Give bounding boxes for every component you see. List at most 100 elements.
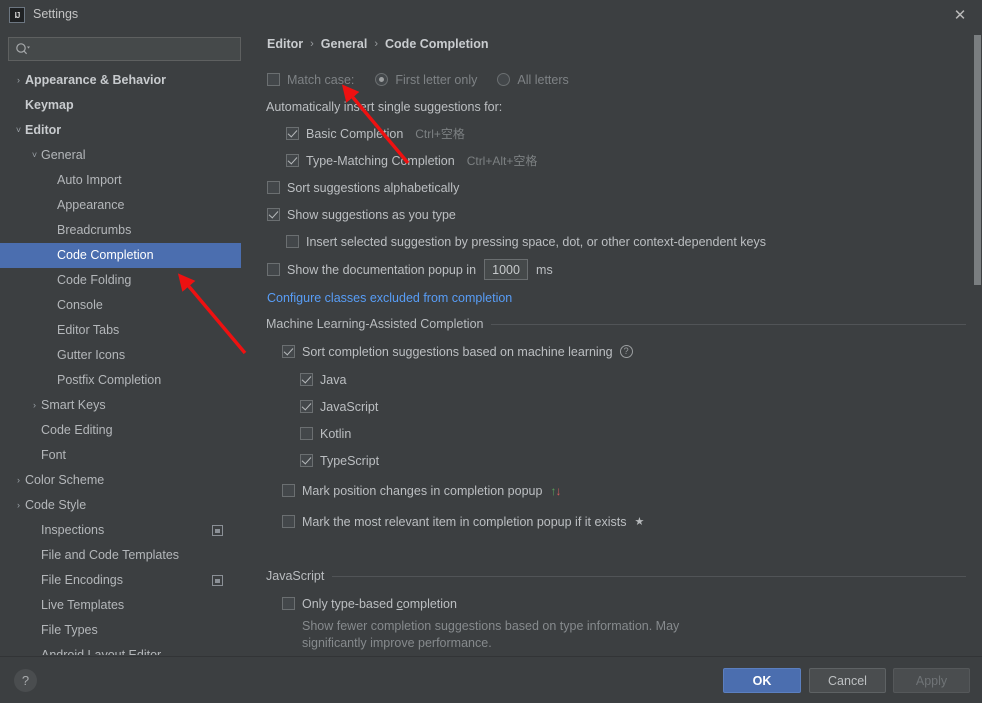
insert-selected-suggestion-label: Insert selected suggestion by pressing s… — [306, 234, 766, 249]
chevron-right-icon[interactable]: › — [12, 493, 25, 518]
excluded-classes-row: Configure classes excluded from completi… — [252, 284, 982, 311]
sidebar-item-label: File and Code Templates — [41, 548, 180, 562]
documentation-popup-delay-input[interactable]: 1000 — [484, 259, 529, 280]
sidebar-item-label: File Types — [41, 623, 98, 637]
sort-alphabetically-label: Sort suggestions alphabetically — [287, 180, 460, 195]
sidebar-item-editor[interactable]: ˅ Editor — [0, 118, 241, 143]
content-scrollbar-track[interactable] — [973, 30, 982, 655]
sidebar-item-label: File Encodings — [41, 573, 123, 587]
sidebar-item-code-editing[interactable]: Code Editing — [0, 418, 241, 443]
ml-language-java-checkbox[interactable] — [300, 373, 313, 386]
match-case-checkbox[interactable] — [267, 73, 280, 86]
sidebar-item-label: Code Editing — [41, 423, 113, 437]
sidebar-item-file-and-code-templates[interactable]: File and Code Templates — [0, 543, 241, 568]
documentation-popup-checkbox[interactable] — [267, 263, 280, 276]
sidebar-item-gutter-icons[interactable]: Gutter Icons — [0, 343, 241, 368]
sidebar-scrollbar-track[interactable] — [241, 30, 490, 655]
mark-relevant-item-checkbox[interactable] — [282, 515, 295, 528]
type-matching-completion-row: Type-Matching Completion Ctrl+Alt+空格 — [252, 147, 982, 174]
chevron-right-icon[interactable]: › — [28, 393, 41, 418]
show-as-you-type-row: Show suggestions as you type — [252, 201, 982, 228]
basic-completion-shortcut: Ctrl+空格 — [415, 127, 465, 141]
sidebar-item-color-scheme[interactable]: › Color Scheme — [0, 468, 241, 493]
sidebar-item-editor-tabs[interactable]: Editor Tabs — [0, 318, 241, 343]
sidebar-search[interactable] — [8, 37, 241, 61]
search-input[interactable] — [31, 42, 240, 56]
sort-ml-label: Sort completion suggestions based on mac… — [302, 344, 613, 359]
help-button[interactable]: ? — [14, 669, 37, 692]
type-matching-completion-checkbox[interactable] — [286, 154, 299, 167]
chevron-down-icon[interactable]: ˅ — [12, 118, 25, 143]
sidebar-item-label: Postfix Completion — [57, 373, 162, 387]
sidebar-item-android-layout-editor[interactable]: Android Layout Editor — [0, 643, 241, 655]
ml-language-javascript-checkbox[interactable] — [300, 400, 313, 413]
breadcrumb-separator-2: › — [374, 38, 379, 50]
ml-section-divider — [491, 323, 966, 325]
breadcrumb-editor[interactable]: Editor — [267, 37, 303, 51]
close-icon[interactable]: ✕ — [948, 4, 972, 26]
sidebar-item-font[interactable]: Font — [0, 443, 241, 468]
documentation-popup-unit: ms — [536, 262, 553, 277]
basic-completion-checkbox[interactable] — [286, 127, 299, 140]
mark-relevant-item-label: Mark the most relevant item in completio… — [302, 514, 627, 529]
only-type-based-completion-row: Only type-based completion — [252, 589, 982, 618]
type-matching-completion-shortcut: Ctrl+Alt+空格 — [466, 154, 538, 168]
only-type-based-completion-hint: Show fewer completion suggestions based … — [252, 618, 982, 652]
settings-dialog: IJ Settings ✕ › Appearance & Behavior Keym… — [0, 0, 982, 703]
configure-excluded-classes-link[interactable]: Configure classes excluded from completi… — [267, 291, 512, 305]
sidebar-item-code-completion[interactable]: Code Completion — [0, 243, 241, 268]
sidebar-item-label: Code Completion — [57, 248, 154, 262]
arrow-up-down-icon: ↑↓ — [550, 483, 561, 498]
sidebar-item-live-templates[interactable]: Live Templates — [0, 593, 241, 618]
chevron-right-icon[interactable]: › — [12, 68, 25, 93]
help-icon[interactable]: ? — [619, 345, 633, 358]
ml-language-typescript-checkbox[interactable] — [300, 454, 313, 467]
breadcrumb-general[interactable]: General — [321, 37, 368, 51]
sidebar-item-label: General — [41, 148, 86, 162]
sidebar-item-keymap[interactable]: Keymap — [0, 93, 241, 118]
all-letters-radio[interactable] — [497, 73, 511, 86]
chevron-down-icon[interactable]: ˅ — [28, 143, 41, 168]
mark-position-changes-checkbox[interactable] — [282, 484, 295, 497]
sidebar-item-breadcrumbs[interactable]: Breadcrumbs — [0, 218, 241, 243]
apply-button: Apply — [893, 668, 970, 693]
settings-content-panel: Editor › General › Code Completion Match… — [252, 30, 982, 655]
sidebar-item-label: Appearance — [57, 198, 125, 212]
ml-section-title: Machine Learning-Assisted Completion — [266, 317, 484, 331]
content-scrollbar-thumb[interactable] — [974, 35, 981, 285]
javascript-section-title: JavaScript — [266, 569, 325, 583]
sidebar-item-postfix-completion[interactable]: Postfix Completion — [0, 368, 241, 393]
sort-ml-checkbox[interactable] — [282, 345, 295, 358]
sidebar-item-label: Code Folding — [57, 273, 132, 287]
auto-insert-header-row: Automatically insert single suggestions … — [252, 93, 982, 120]
sidebar-item-code-style[interactable]: › Code Style — [0, 493, 241, 518]
options-container: Match case: First letter only All letter… — [252, 66, 982, 652]
sidebar-item-general[interactable]: ˅ General — [0, 143, 241, 168]
show-as-you-type-checkbox[interactable] — [267, 208, 280, 221]
star-icon: ★ — [634, 516, 645, 528]
settings-tree[interactable]: › Appearance & Behavior Keymap ˅ Editor ˅ Gene… — [0, 68, 241, 655]
sidebar-item-console[interactable]: Console — [0, 293, 241, 318]
insert-selected-suggestion-checkbox[interactable] — [286, 235, 299, 248]
basic-completion-label: Basic Completion — [306, 126, 404, 141]
sidebar-item-auto-import[interactable]: Auto Import — [0, 168, 241, 193]
chevron-right-icon[interactable]: › — [12, 468, 25, 493]
ml-language-kotlin-checkbox[interactable] — [300, 427, 313, 440]
sidebar-item-smart-keys[interactable]: › Smart Keys — [0, 393, 241, 418]
sidebar-item-appearance-behavior[interactable]: › Appearance & Behavior — [0, 68, 241, 93]
first-letter-only-label: First letter only — [395, 72, 478, 87]
sidebar-item-inspections[interactable]: Inspections — [0, 518, 241, 543]
sort-alphabetically-checkbox[interactable] — [267, 181, 280, 194]
mark-position-changes-label: Mark position changes in completion popu… — [302, 483, 543, 498]
first-letter-only-radio[interactable] — [375, 73, 389, 86]
sidebar-item-file-encodings[interactable]: File Encodings — [0, 568, 241, 593]
sidebar-item-file-types[interactable]: File Types — [0, 618, 241, 643]
ok-button[interactable]: OK — [723, 668, 801, 693]
sidebar-item-appearance[interactable]: Appearance — [0, 193, 241, 218]
sidebar-item-code-folding[interactable]: Code Folding — [0, 268, 241, 293]
javascript-section-header: JavaScript — [252, 563, 982, 589]
documentation-popup-label: Show the documentation popup in — [287, 262, 477, 277]
only-type-based-completion-checkbox[interactable] — [282, 597, 295, 610]
cancel-button[interactable]: Cancel — [809, 668, 886, 693]
sidebar-item-label: Android Layout Editor — [41, 648, 162, 655]
